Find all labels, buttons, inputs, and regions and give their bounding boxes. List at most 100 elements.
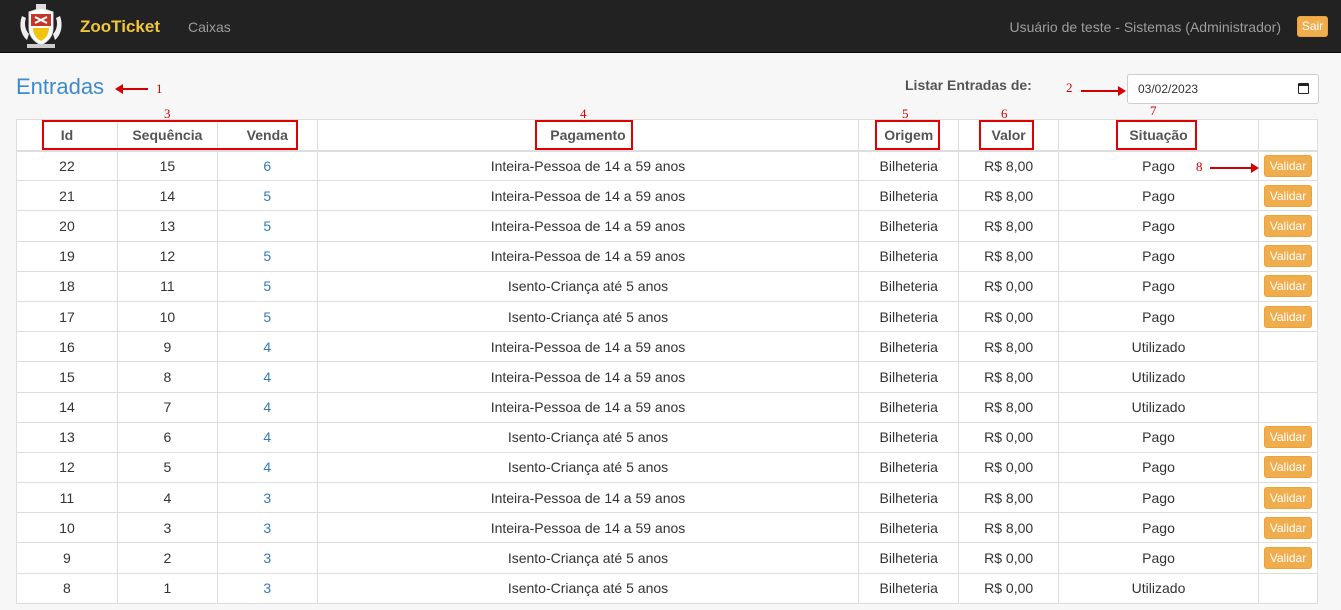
validar-button[interactable]: Validar: [1263, 516, 1312, 539]
cell-venda-link[interactable]: 6: [216, 149, 318, 182]
validar-button[interactable]: Validar: [1263, 426, 1312, 449]
cell-venda-link[interactable]: 5: [216, 240, 318, 272]
cell-valor: R$ 0,00: [958, 572, 1060, 604]
cell-id: 10: [16, 512, 118, 544]
logout-button[interactable]: Sair: [1297, 16, 1328, 37]
cell-valor: R$ 8,00: [958, 240, 1060, 272]
cell-actions: Validar: [1257, 542, 1319, 574]
cell-origem: Bilheteria: [858, 180, 960, 212]
cell-venda-link[interactable]: 5: [216, 210, 318, 242]
cell-id: 19: [16, 240, 118, 272]
validar-button[interactable]: Validar: [1263, 547, 1312, 570]
validar-button[interactable]: Validar: [1263, 214, 1312, 237]
table-row: 11 4 3 Inteira-Pessoa de 14 a 59 anos Bilhet…: [16, 482, 1319, 514]
validar-button[interactable]: Validar: [1263, 456, 1312, 479]
validar-button[interactable]: Validar: [1263, 305, 1312, 328]
validar-button[interactable]: Validar: [1263, 275, 1312, 298]
cell-pagamento: Inteira-Pessoa de 14 a 59 anos: [316, 210, 860, 242]
table-row: 14 7 4 Inteira-Pessoa de 14 a 59 anos Bilhet…: [16, 391, 1319, 423]
cell-valor: R$ 8,00: [958, 391, 1060, 423]
cell-situacao: Utilizado: [1058, 572, 1259, 604]
cell-valor: R$ 0,00: [958, 300, 1060, 333]
annotation-number: 2: [1066, 80, 1073, 95]
cell-id: 21: [16, 180, 118, 212]
cell-venda-link[interactable]: 4: [216, 391, 318, 423]
cell-sequencia: 11: [116, 270, 218, 302]
cell-sequencia: 4: [116, 482, 218, 514]
cell-situacao: Pago: [1058, 300, 1259, 333]
cell-id: 17: [16, 300, 118, 333]
cell-actions: Validar: [1257, 451, 1319, 484]
cell-situacao: Pago: [1058, 210, 1259, 242]
cell-sequencia: 8: [116, 361, 218, 393]
highlight-situacao: [1116, 120, 1197, 150]
cell-id: 9: [16, 542, 118, 574]
brand-name[interactable]: ZooTicket: [80, 17, 160, 37]
cell-origem: Bilheteria: [858, 331, 960, 363]
cell-venda-link[interactable]: 4: [216, 331, 318, 363]
annotation-number: 8: [1196, 159, 1203, 174]
cell-sequencia: 1: [116, 572, 218, 604]
cell-origem: Bilheteria: [858, 391, 960, 423]
cell-actions: [1257, 572, 1319, 604]
date-input[interactable]: 03/02/2023: [1127, 74, 1319, 104]
cell-venda-link[interactable]: 3: [216, 572, 318, 604]
table-row: 9 2 3 Isento-Criança até 5 anos Bilheteria R$…: [16, 542, 1319, 574]
cell-venda-link[interactable]: 3: [216, 542, 318, 574]
cell-venda-link[interactable]: 5: [216, 270, 318, 302]
cell-origem: Bilheteria: [858, 451, 960, 484]
cell-venda-link[interactable]: 4: [216, 361, 318, 393]
cell-valor: R$ 8,00: [958, 361, 1060, 393]
annotation-arrow: [1081, 86, 1126, 96]
cell-situacao: Utilizado: [1058, 391, 1259, 423]
cell-situacao: Pago: [1058, 240, 1259, 272]
entries-table: Id Sequência Venda Pagamento Origem Valo…: [16, 119, 1319, 604]
cell-valor: R$ 8,00: [958, 210, 1060, 242]
validar-button[interactable]: Validar: [1263, 154, 1312, 177]
cell-venda-link[interactable]: 3: [216, 512, 318, 544]
cell-valor: R$ 8,00: [958, 180, 1060, 212]
cell-pagamento: Isento-Criança até 5 anos: [316, 542, 860, 574]
cell-pagamento: Isento-Criança até 5 anos: [316, 451, 860, 484]
cell-valor: R$ 0,00: [958, 421, 1060, 453]
cell-id: 18: [16, 270, 118, 302]
calendar-icon[interactable]: [1298, 83, 1309, 94]
cell-valor: R$ 8,00: [958, 512, 1060, 544]
annotation-arrow: [115, 84, 148, 94]
cell-venda-link[interactable]: 4: [216, 421, 318, 453]
cell-situacao: Pago: [1058, 180, 1259, 212]
cell-valor: R$ 0,00: [958, 542, 1060, 574]
cell-valor: R$ 0,00: [958, 451, 1060, 484]
cell-actions: Validar: [1257, 270, 1319, 302]
cell-actions: Validar: [1257, 149, 1319, 182]
cell-actions: Validar: [1257, 210, 1319, 242]
cell-venda-link[interactable]: 5: [216, 300, 318, 333]
cell-situacao: Pago: [1058, 542, 1259, 574]
highlight-pagamento: [535, 120, 633, 150]
cell-situacao: Pago: [1058, 482, 1259, 514]
coat-of-arms-logo-icon[interactable]: [17, 4, 65, 49]
cell-pagamento: Isento-Criança até 5 anos: [316, 572, 860, 604]
cell-actions: [1257, 361, 1319, 393]
validar-button[interactable]: Validar: [1263, 184, 1312, 207]
cell-sequencia: 7: [116, 391, 218, 423]
cell-pagamento: Isento-Criança até 5 anos: [316, 270, 860, 302]
table-row: 22 15 6 Inteira-Pessoa de 14 a 59 anos Bilhe…: [16, 149, 1319, 182]
table-row: 10 3 3 Inteira-Pessoa de 14 a 59 anos Bilhet…: [16, 512, 1319, 544]
cell-valor: R$ 8,00: [958, 482, 1060, 514]
validar-button[interactable]: Validar: [1263, 486, 1312, 509]
cell-id: 16: [16, 331, 118, 363]
cell-actions: Validar: [1257, 482, 1319, 514]
nav-link-caixas[interactable]: Caixas: [188, 19, 231, 35]
table-row: 18 11 5 Isento-Criança até 5 anos Bilheteria…: [16, 270, 1319, 302]
cell-pagamento: Inteira-Pessoa de 14 a 59 anos: [316, 482, 860, 514]
cell-venda-link[interactable]: 3: [216, 482, 318, 514]
cell-venda-link[interactable]: 5: [216, 180, 318, 212]
validar-button[interactable]: Validar: [1263, 245, 1312, 268]
annotation-number: 1: [156, 81, 163, 96]
cell-pagamento: Isento-Criança até 5 anos: [316, 421, 860, 453]
cell-venda-link[interactable]: 4: [216, 451, 318, 484]
navbar: ZooTicket Caixas Usuário de teste - Sist…: [0, 0, 1341, 53]
cell-valor: R$ 8,00: [958, 149, 1060, 182]
cell-sequencia: 13: [116, 210, 218, 242]
